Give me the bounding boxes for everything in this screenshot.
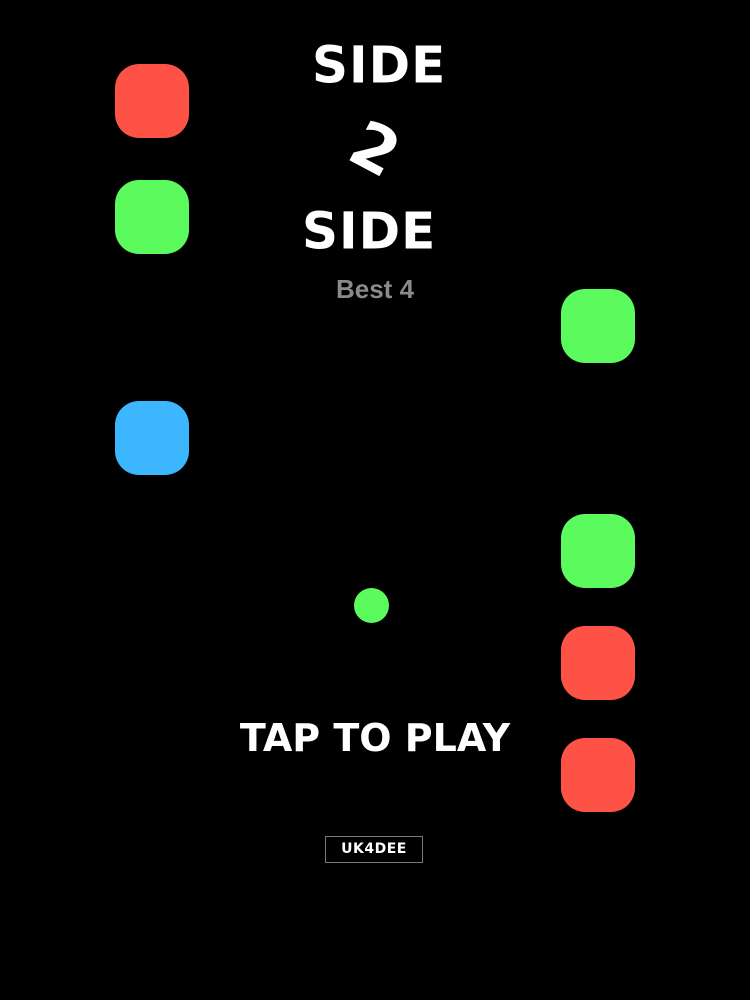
obstacle-tile-right-red — [561, 738, 635, 812]
player-ball — [354, 588, 389, 623]
obstacle-tile-left-red — [115, 64, 189, 138]
game-screen[interactable]: SIDE 2 SIDE Best 4 TAP TO PLAY UK4DEE — [0, 0, 750, 1000]
title-word-side-bottom: SIDE — [302, 201, 437, 261]
developer-logo[interactable]: UK4DEE — [325, 836, 423, 863]
obstacle-tile-right-red — [561, 626, 635, 700]
obstacle-tile-left-green — [115, 180, 189, 254]
best-score: Best 4 — [300, 274, 450, 304]
best-score-value: 4 — [399, 274, 415, 304]
tap-to-play-button[interactable]: TAP TO PLAY — [230, 714, 520, 762]
title-word-side-top: SIDE — [312, 35, 447, 95]
obstacle-tile-right-green — [561, 289, 635, 363]
obstacle-tile-right-green — [561, 514, 635, 588]
obstacle-tile-left-blue — [115, 401, 189, 475]
best-score-label: Best — [335, 274, 393, 304]
title-number-two: 2 — [337, 106, 413, 194]
